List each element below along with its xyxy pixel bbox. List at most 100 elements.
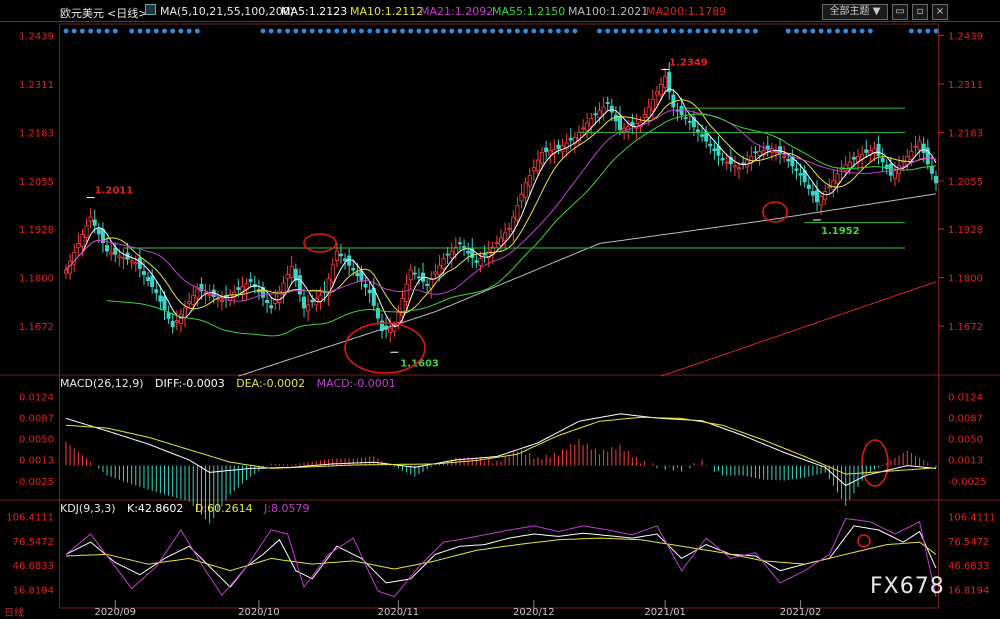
event-dot	[162, 28, 167, 34]
kdj-j: J:8.0579	[264, 502, 310, 515]
event-dot	[465, 28, 471, 34]
event-dot	[695, 28, 701, 34]
event-dot	[178, 28, 184, 34]
candle-body	[831, 179, 836, 191]
candle-body	[154, 289, 159, 294]
y-tick-left: 1.2055	[19, 177, 54, 188]
event-dot	[925, 28, 931, 34]
candle-body	[297, 275, 302, 295]
y-tick-right: 1.2055	[948, 177, 983, 188]
indicator-icon[interactable]	[145, 4, 156, 15]
candle-body	[265, 299, 270, 304]
candle-body	[568, 138, 573, 141]
candle-body	[597, 110, 602, 119]
candle-body	[864, 149, 869, 153]
period-label[interactable]: 日线	[4, 604, 24, 619]
period-tag[interactable]: <日线>	[107, 5, 147, 21]
ma-setting[interactable]: MA(5,10,21,55,100,200)	[160, 5, 294, 18]
candle-body	[219, 299, 224, 302]
event-dot	[867, 28, 873, 34]
event-dot	[416, 28, 422, 34]
candle-body	[445, 253, 450, 256]
event-dot	[432, 28, 438, 34]
candle-body	[782, 155, 787, 158]
highlight-circle	[303, 233, 337, 253]
event-dot	[547, 28, 553, 34]
x-tick-label: 2020/12	[513, 607, 555, 618]
event-dot	[638, 28, 643, 34]
y-tick-right: 1.1928	[948, 225, 983, 236]
candle-body	[934, 175, 939, 184]
candle-body	[810, 191, 815, 196]
candle-body	[712, 148, 717, 152]
candle-body	[671, 94, 676, 108]
candle-body	[150, 275, 155, 288]
candle-body	[310, 299, 315, 303]
event-dot	[367, 28, 373, 34]
event-dot	[564, 28, 570, 34]
candle-body	[482, 253, 487, 256]
event-dot	[629, 28, 635, 34]
macd-y-tick-right: 0.0013	[948, 455, 983, 466]
candle-body	[494, 242, 499, 244]
candle-body	[535, 159, 540, 172]
event-dot	[326, 28, 332, 34]
highlight-circle	[857, 534, 871, 548]
candle-body	[64, 269, 69, 274]
theme-dropdown[interactable]: 全部主题 ▼	[822, 4, 888, 20]
candle-body	[794, 168, 799, 171]
event-dot	[794, 28, 799, 34]
event-dot	[318, 28, 323, 34]
candle-body	[531, 167, 536, 172]
price-annotation: 1.2349	[669, 57, 708, 68]
event-dot	[785, 28, 791, 34]
event-dot	[104, 28, 110, 34]
highlight-circle	[344, 322, 426, 374]
candle-body	[814, 190, 819, 203]
candle-body	[121, 257, 126, 260]
event-dot	[810, 28, 816, 34]
y-tick-left: 1.1672	[19, 322, 54, 333]
minimize-icon[interactable]: ▭	[892, 4, 908, 20]
event-dot	[80, 28, 85, 34]
event-dot	[350, 28, 356, 34]
event-dot	[736, 28, 742, 34]
candle-body	[654, 91, 659, 96]
event-dot	[908, 28, 914, 34]
kdj-y-tick-left: 16.8194	[13, 586, 54, 597]
ma55-value: MA55:1.2150	[492, 5, 566, 18]
event-dot	[334, 28, 340, 34]
event-dot	[293, 28, 299, 34]
candle-body	[650, 99, 655, 111]
candle-body	[408, 269, 413, 281]
symbol-title: 欧元美元	[60, 7, 104, 20]
candle-body	[556, 144, 561, 150]
event-dot	[276, 28, 282, 34]
candle-body	[503, 232, 508, 242]
candle-body	[646, 106, 651, 119]
candle-body	[687, 121, 692, 123]
ma10-line	[65, 99, 937, 314]
chart-canvas[interactable]: 1.2439 1.2439 1.2311 1.2311 1.2183 1.2183 1.20…	[0, 0, 1000, 619]
candle-body	[523, 182, 528, 198]
ma21-value: MA21:1.2092	[420, 5, 494, 18]
candle-body	[363, 284, 368, 288]
candle-body	[248, 279, 253, 282]
ma21-line	[65, 109, 937, 302]
event-dot	[753, 28, 758, 34]
macd-y-tick-right: 0.0087	[948, 413, 983, 424]
candle-body	[109, 252, 114, 255]
candle-body	[236, 287, 241, 290]
candle-body	[388, 327, 393, 333]
close-icon[interactable]: ×	[932, 4, 948, 20]
x-tick-label: 2020/10	[238, 607, 280, 618]
restore-icon[interactable]: ▫	[912, 4, 928, 20]
y-tick-left: 1.1800	[19, 274, 54, 285]
event-dot	[383, 28, 389, 34]
candle-body	[96, 228, 101, 235]
event-dot	[687, 28, 693, 34]
macd-value: MACD:-0.0001	[316, 377, 396, 390]
candle-body	[753, 151, 758, 154]
candle-body	[544, 147, 549, 152]
candle-body	[478, 258, 483, 266]
